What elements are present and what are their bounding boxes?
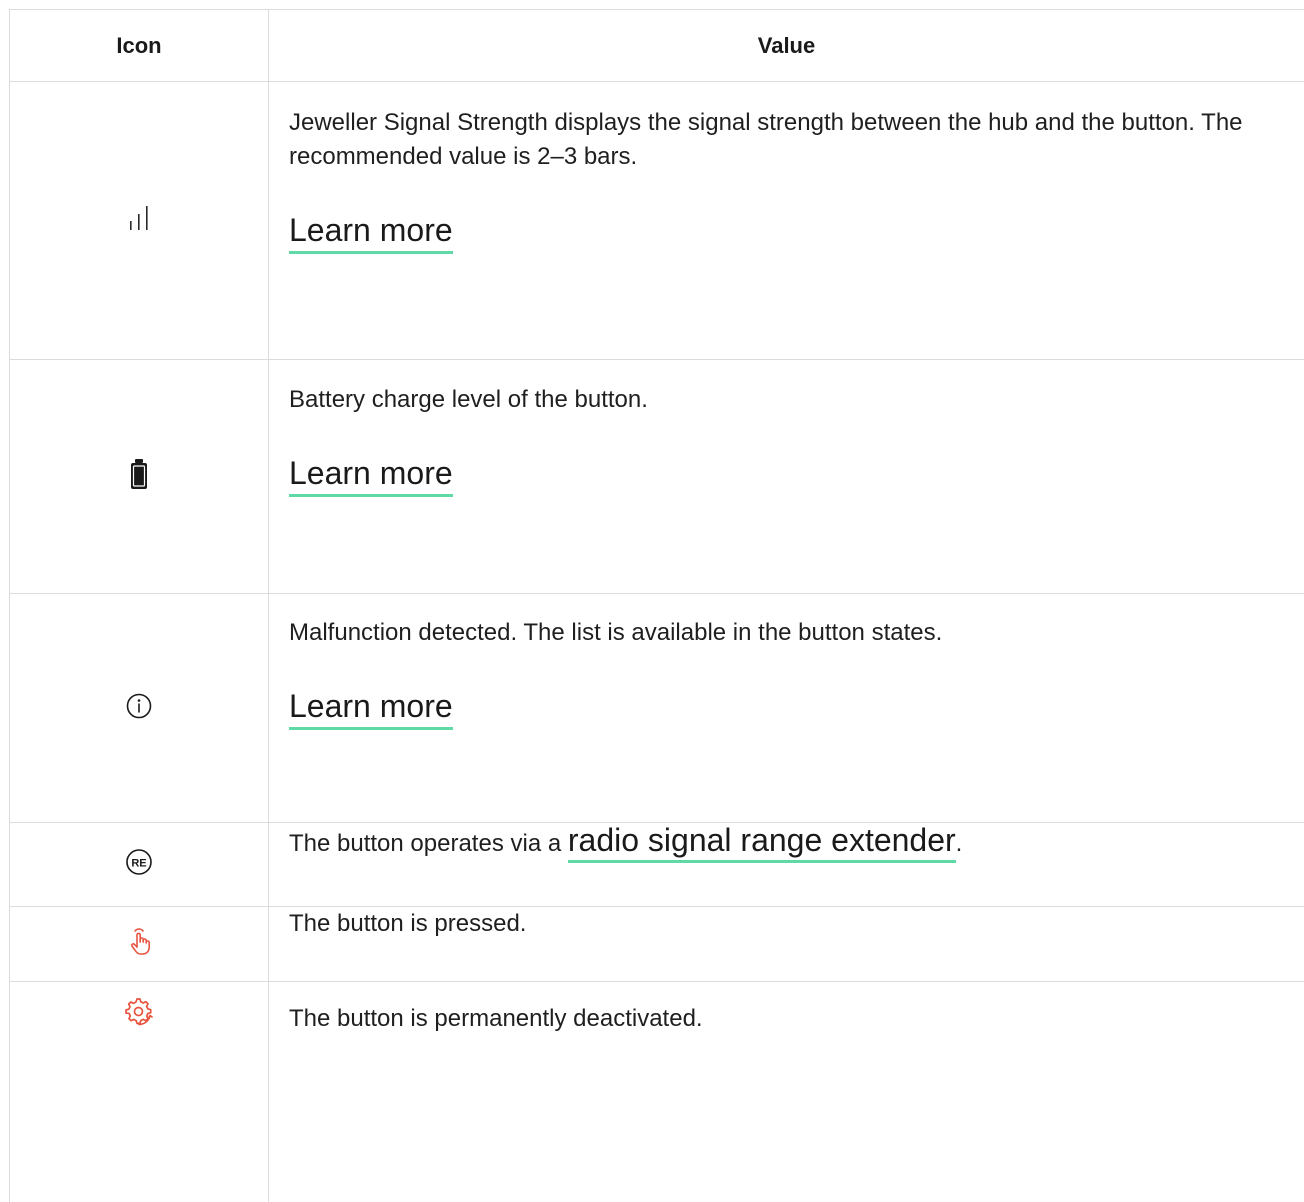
battery-description: Battery charge level of the button. xyxy=(289,383,1274,417)
table-row: Jeweller Signal Strength displays the si… xyxy=(10,82,1304,360)
signal-description: Jeweller Signal Strength displays the si… xyxy=(289,106,1274,174)
icon-cell xyxy=(10,594,269,823)
icon-cell xyxy=(10,982,269,1202)
extender-text-before: The button operates via a xyxy=(289,830,568,857)
table-row: Malfunction detected. The list is availa… xyxy=(10,594,1304,823)
table-row: The button is permanently deactivated. xyxy=(10,982,1304,1202)
range-extender-link[interactable]: radio signal range extender xyxy=(568,822,956,863)
table-row: Battery charge level of the button. Lear… xyxy=(10,360,1304,594)
learn-more-link-malfunction[interactable]: Learn more xyxy=(289,686,453,730)
deactivated-gear-icon xyxy=(123,996,155,1033)
value-cell: The button operates via a radio signal r… xyxy=(269,823,1304,907)
info-icon xyxy=(125,692,153,725)
icon-cell: RE xyxy=(10,823,269,907)
battery-icon xyxy=(129,458,149,495)
icon-value-table: Icon Value Jeweller Signal Strength disp… xyxy=(9,9,1304,1202)
deactivated-description: The button is permanently deactivated. xyxy=(289,1002,1274,1036)
signal-strength-icon xyxy=(127,203,151,238)
value-cell: The button is permanently deactivated. xyxy=(269,982,1304,1202)
value-cell: Jeweller Signal Strength displays the si… xyxy=(269,82,1304,360)
pressed-hand-icon xyxy=(125,927,153,962)
header-icon: Icon xyxy=(10,10,269,82)
icon-cell xyxy=(10,360,269,594)
table-row: RE The button operates via a radio signa… xyxy=(10,823,1304,907)
value-cell: The button is pressed. xyxy=(269,907,1304,982)
learn-more-link-signal[interactable]: Learn more xyxy=(289,210,453,254)
table-header-row: Icon Value xyxy=(10,10,1304,82)
malfunction-description: Malfunction detected. The list is availa… xyxy=(289,616,1274,650)
range-extender-icon: RE xyxy=(124,847,154,882)
range-extender-icon-text: RE xyxy=(131,858,146,870)
pressed-description: The button is pressed. xyxy=(289,907,1274,941)
icon-cell xyxy=(10,82,269,360)
learn-more-link-battery[interactable]: Learn more xyxy=(289,453,453,497)
header-value: Value xyxy=(269,10,1304,82)
table-row: The button is pressed. xyxy=(10,907,1304,982)
value-cell: Malfunction detected. The list is availa… xyxy=(269,594,1304,823)
value-cell: Battery charge level of the button. Lear… xyxy=(269,360,1304,594)
extender-text-after: . xyxy=(956,830,963,857)
icon-cell xyxy=(10,907,269,982)
